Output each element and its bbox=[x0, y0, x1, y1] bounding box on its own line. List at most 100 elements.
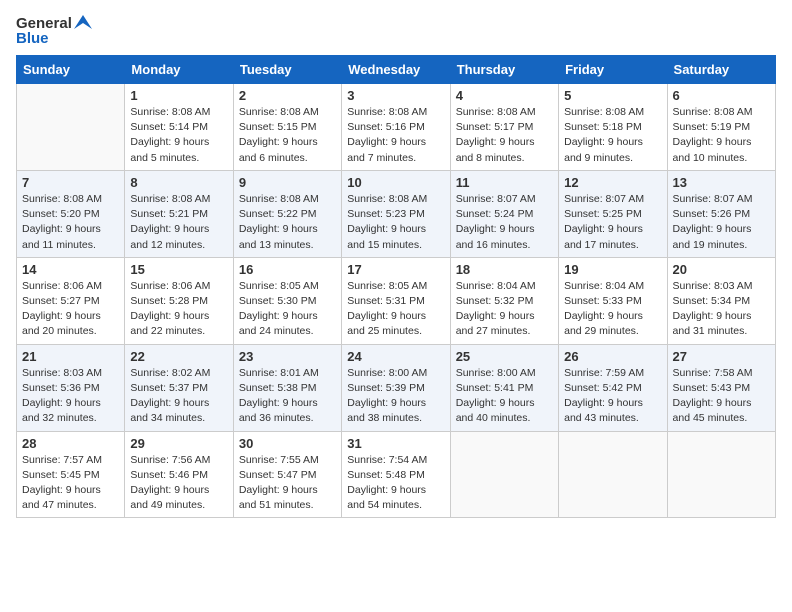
calendar-week-row: 21 Sunrise: 8:03 AMSunset: 5:36 PMDayligh… bbox=[17, 344, 776, 431]
day-number: 30 bbox=[239, 436, 336, 451]
calendar-cell: 23 Sunrise: 8:01 AMSunset: 5:38 PMDayligh… bbox=[233, 344, 341, 431]
day-number: 14 bbox=[22, 262, 119, 277]
calendar-week-row: 28 Sunrise: 7:57 AMSunset: 5:45 PMDayligh… bbox=[17, 431, 776, 518]
calendar-cell: 2Sunrise: 8:08 AMSunset: 5:15 PMDaylight… bbox=[233, 84, 341, 171]
day-number: 23 bbox=[239, 349, 336, 364]
day-detail: Sunrise: 8:03 AMSunset: 5:36 PMDaylight:… bbox=[22, 366, 119, 427]
day-number: 31 bbox=[347, 436, 444, 451]
day-number: 18 bbox=[456, 262, 553, 277]
day-detail: Sunrise: 8:03 AMSunset: 5:34 PMDaylight:… bbox=[673, 279, 770, 340]
calendar-header-row: SundayMondayTuesdayWednesdayThursdayFrid… bbox=[17, 56, 776, 84]
day-number: 13 bbox=[673, 175, 770, 190]
day-detail: Sunrise: 8:04 AMSunset: 5:33 PMDaylight:… bbox=[564, 279, 661, 340]
day-detail: Sunrise: 8:08 AMSunset: 5:18 PMDaylight:… bbox=[564, 105, 661, 166]
calendar-cell: 18 Sunrise: 8:04 AMSunset: 5:32 PMDayligh… bbox=[450, 257, 558, 344]
calendar-cell: 17 Sunrise: 8:05 AMSunset: 5:31 PMDayligh… bbox=[342, 257, 450, 344]
day-detail: Sunrise: 7:59 AMSunset: 5:42 PMDaylight:… bbox=[564, 366, 661, 427]
calendar-cell: 13 Sunrise: 8:07 AMSunset: 5:26 PMDayligh… bbox=[667, 170, 775, 257]
calendar-cell bbox=[17, 84, 125, 171]
day-number: 27 bbox=[673, 349, 770, 364]
day-number: 20 bbox=[673, 262, 770, 277]
day-number: 1 bbox=[130, 88, 227, 103]
day-number: 17 bbox=[347, 262, 444, 277]
day-number: 7 bbox=[22, 175, 119, 190]
day-detail: Sunrise: 7:56 AMSunset: 5:46 PMDaylight:… bbox=[130, 453, 227, 514]
calendar-cell: 30Sunrise: 7:55 AMSunset: 5:47 PMDayligh… bbox=[233, 431, 341, 518]
day-number: 12 bbox=[564, 175, 661, 190]
day-detail: Sunrise: 8:08 AMSunset: 5:17 PMDaylight:… bbox=[456, 105, 553, 166]
day-detail: Sunrise: 8:00 AMSunset: 5:41 PMDaylight:… bbox=[456, 366, 553, 427]
day-detail: Sunrise: 8:04 AMSunset: 5:32 PMDaylight:… bbox=[456, 279, 553, 340]
day-number: 2 bbox=[239, 88, 336, 103]
day-number: 29 bbox=[130, 436, 227, 451]
day-detail: Sunrise: 8:06 AMSunset: 5:28 PMDaylight:… bbox=[130, 279, 227, 340]
day-detail: Sunrise: 8:08 AMSunset: 5:14 PMDaylight:… bbox=[130, 105, 227, 166]
day-number: 25 bbox=[456, 349, 553, 364]
calendar-cell: 3Sunrise: 8:08 AMSunset: 5:16 PMDaylight… bbox=[342, 84, 450, 171]
day-detail: Sunrise: 8:07 AMSunset: 5:24 PMDaylight:… bbox=[456, 192, 553, 253]
calendar-cell: 8 Sunrise: 8:08 AMSunset: 5:21 PMDaylight… bbox=[125, 170, 233, 257]
day-number: 6 bbox=[673, 88, 770, 103]
calendar-cell: 5 Sunrise: 8:08 AMSunset: 5:18 PMDaylight… bbox=[559, 84, 667, 171]
day-of-week-header: Tuesday bbox=[233, 56, 341, 84]
calendar-cell bbox=[559, 431, 667, 518]
day-number: 9 bbox=[239, 175, 336, 190]
day-detail: Sunrise: 8:08 AMSunset: 5:21 PMDaylight:… bbox=[130, 192, 227, 253]
day-number: 5 bbox=[564, 88, 661, 103]
day-detail: Sunrise: 7:57 AMSunset: 5:45 PMDaylight:… bbox=[22, 453, 119, 514]
page-header: General Blue bbox=[16, 16, 776, 47]
calendar-cell: 24Sunrise: 8:00 AMSunset: 5:39 PMDayligh… bbox=[342, 344, 450, 431]
day-number: 10 bbox=[347, 175, 444, 190]
calendar-cell: 16Sunrise: 8:05 AMSunset: 5:30 PMDayligh… bbox=[233, 257, 341, 344]
day-detail: Sunrise: 8:07 AMSunset: 5:26 PMDaylight:… bbox=[673, 192, 770, 253]
calendar-cell: 7 Sunrise: 8:08 AMSunset: 5:20 PMDaylight… bbox=[17, 170, 125, 257]
calendar-cell: 19Sunrise: 8:04 AMSunset: 5:33 PMDayligh… bbox=[559, 257, 667, 344]
calendar-cell: 4 Sunrise: 8:08 AMSunset: 5:17 PMDaylight… bbox=[450, 84, 558, 171]
calendar-cell: 10 Sunrise: 8:08 AMSunset: 5:23 PMDayligh… bbox=[342, 170, 450, 257]
calendar-table: SundayMondayTuesdayWednesdayThursdayFrid… bbox=[16, 55, 776, 518]
day-detail: Sunrise: 8:05 AMSunset: 5:30 PMDaylight:… bbox=[239, 279, 336, 340]
day-number: 15 bbox=[130, 262, 227, 277]
calendar-cell: 31 Sunrise: 7:54 AMSunset: 5:48 PMDayligh… bbox=[342, 431, 450, 518]
day-of-week-header: Saturday bbox=[667, 56, 775, 84]
day-detail: Sunrise: 7:54 AMSunset: 5:48 PMDaylight:… bbox=[347, 453, 444, 514]
day-detail: Sunrise: 8:08 AMSunset: 5:23 PMDaylight:… bbox=[347, 192, 444, 253]
day-detail: Sunrise: 8:02 AMSunset: 5:37 PMDaylight:… bbox=[130, 366, 227, 427]
day-number: 28 bbox=[22, 436, 119, 451]
calendar-cell: 14 Sunrise: 8:06 AMSunset: 5:27 PMDayligh… bbox=[17, 257, 125, 344]
day-number: 21 bbox=[22, 349, 119, 364]
day-number: 26 bbox=[564, 349, 661, 364]
day-detail: Sunrise: 8:05 AMSunset: 5:31 PMDaylight:… bbox=[347, 279, 444, 340]
calendar-cell: 11 Sunrise: 8:07 AMSunset: 5:24 PMDayligh… bbox=[450, 170, 558, 257]
calendar-cell bbox=[450, 431, 558, 518]
calendar-cell: 22 Sunrise: 8:02 AMSunset: 5:37 PMDayligh… bbox=[125, 344, 233, 431]
day-of-week-header: Sunday bbox=[17, 56, 125, 84]
day-of-week-header: Friday bbox=[559, 56, 667, 84]
day-detail: Sunrise: 7:58 AMSunset: 5:43 PMDaylight:… bbox=[673, 366, 770, 427]
calendar-cell: 15 Sunrise: 8:06 AMSunset: 5:28 PMDayligh… bbox=[125, 257, 233, 344]
calendar-cell: 9 Sunrise: 8:08 AMSunset: 5:22 PMDaylight… bbox=[233, 170, 341, 257]
calendar-cell: 25 Sunrise: 8:00 AMSunset: 5:41 PMDayligh… bbox=[450, 344, 558, 431]
calendar-week-row: 14 Sunrise: 8:06 AMSunset: 5:27 PMDayligh… bbox=[17, 257, 776, 344]
day-number: 22 bbox=[130, 349, 227, 364]
calendar-cell: 6Sunrise: 8:08 AMSunset: 5:19 PMDaylight… bbox=[667, 84, 775, 171]
calendar-cell: 21 Sunrise: 8:03 AMSunset: 5:36 PMDayligh… bbox=[17, 344, 125, 431]
day-number: 11 bbox=[456, 175, 553, 190]
day-number: 8 bbox=[130, 175, 227, 190]
calendar-cell: 20 Sunrise: 8:03 AMSunset: 5:34 PMDayligh… bbox=[667, 257, 775, 344]
day-detail: Sunrise: 8:01 AMSunset: 5:38 PMDaylight:… bbox=[239, 366, 336, 427]
calendar-week-row: 1 Sunrise: 8:08 AMSunset: 5:14 PMDaylight… bbox=[17, 84, 776, 171]
calendar-cell: 28 Sunrise: 7:57 AMSunset: 5:45 PMDayligh… bbox=[17, 431, 125, 518]
day-number: 24 bbox=[347, 349, 444, 364]
day-detail: Sunrise: 8:06 AMSunset: 5:27 PMDaylight:… bbox=[22, 279, 119, 340]
day-detail: Sunrise: 8:08 AMSunset: 5:20 PMDaylight:… bbox=[22, 192, 119, 253]
calendar-cell bbox=[667, 431, 775, 518]
day-number: 4 bbox=[456, 88, 553, 103]
calendar-week-row: 7 Sunrise: 8:08 AMSunset: 5:20 PMDaylight… bbox=[17, 170, 776, 257]
calendar-cell: 26 Sunrise: 7:59 AMSunset: 5:42 PMDayligh… bbox=[559, 344, 667, 431]
day-of-week-header: Wednesday bbox=[342, 56, 450, 84]
logo-bird-icon bbox=[74, 15, 92, 29]
calendar-cell: 29 Sunrise: 7:56 AMSunset: 5:46 PMDayligh… bbox=[125, 431, 233, 518]
logo-container: General Blue bbox=[16, 16, 92, 47]
day-detail: Sunrise: 8:08 AMSunset: 5:22 PMDaylight:… bbox=[239, 192, 336, 253]
